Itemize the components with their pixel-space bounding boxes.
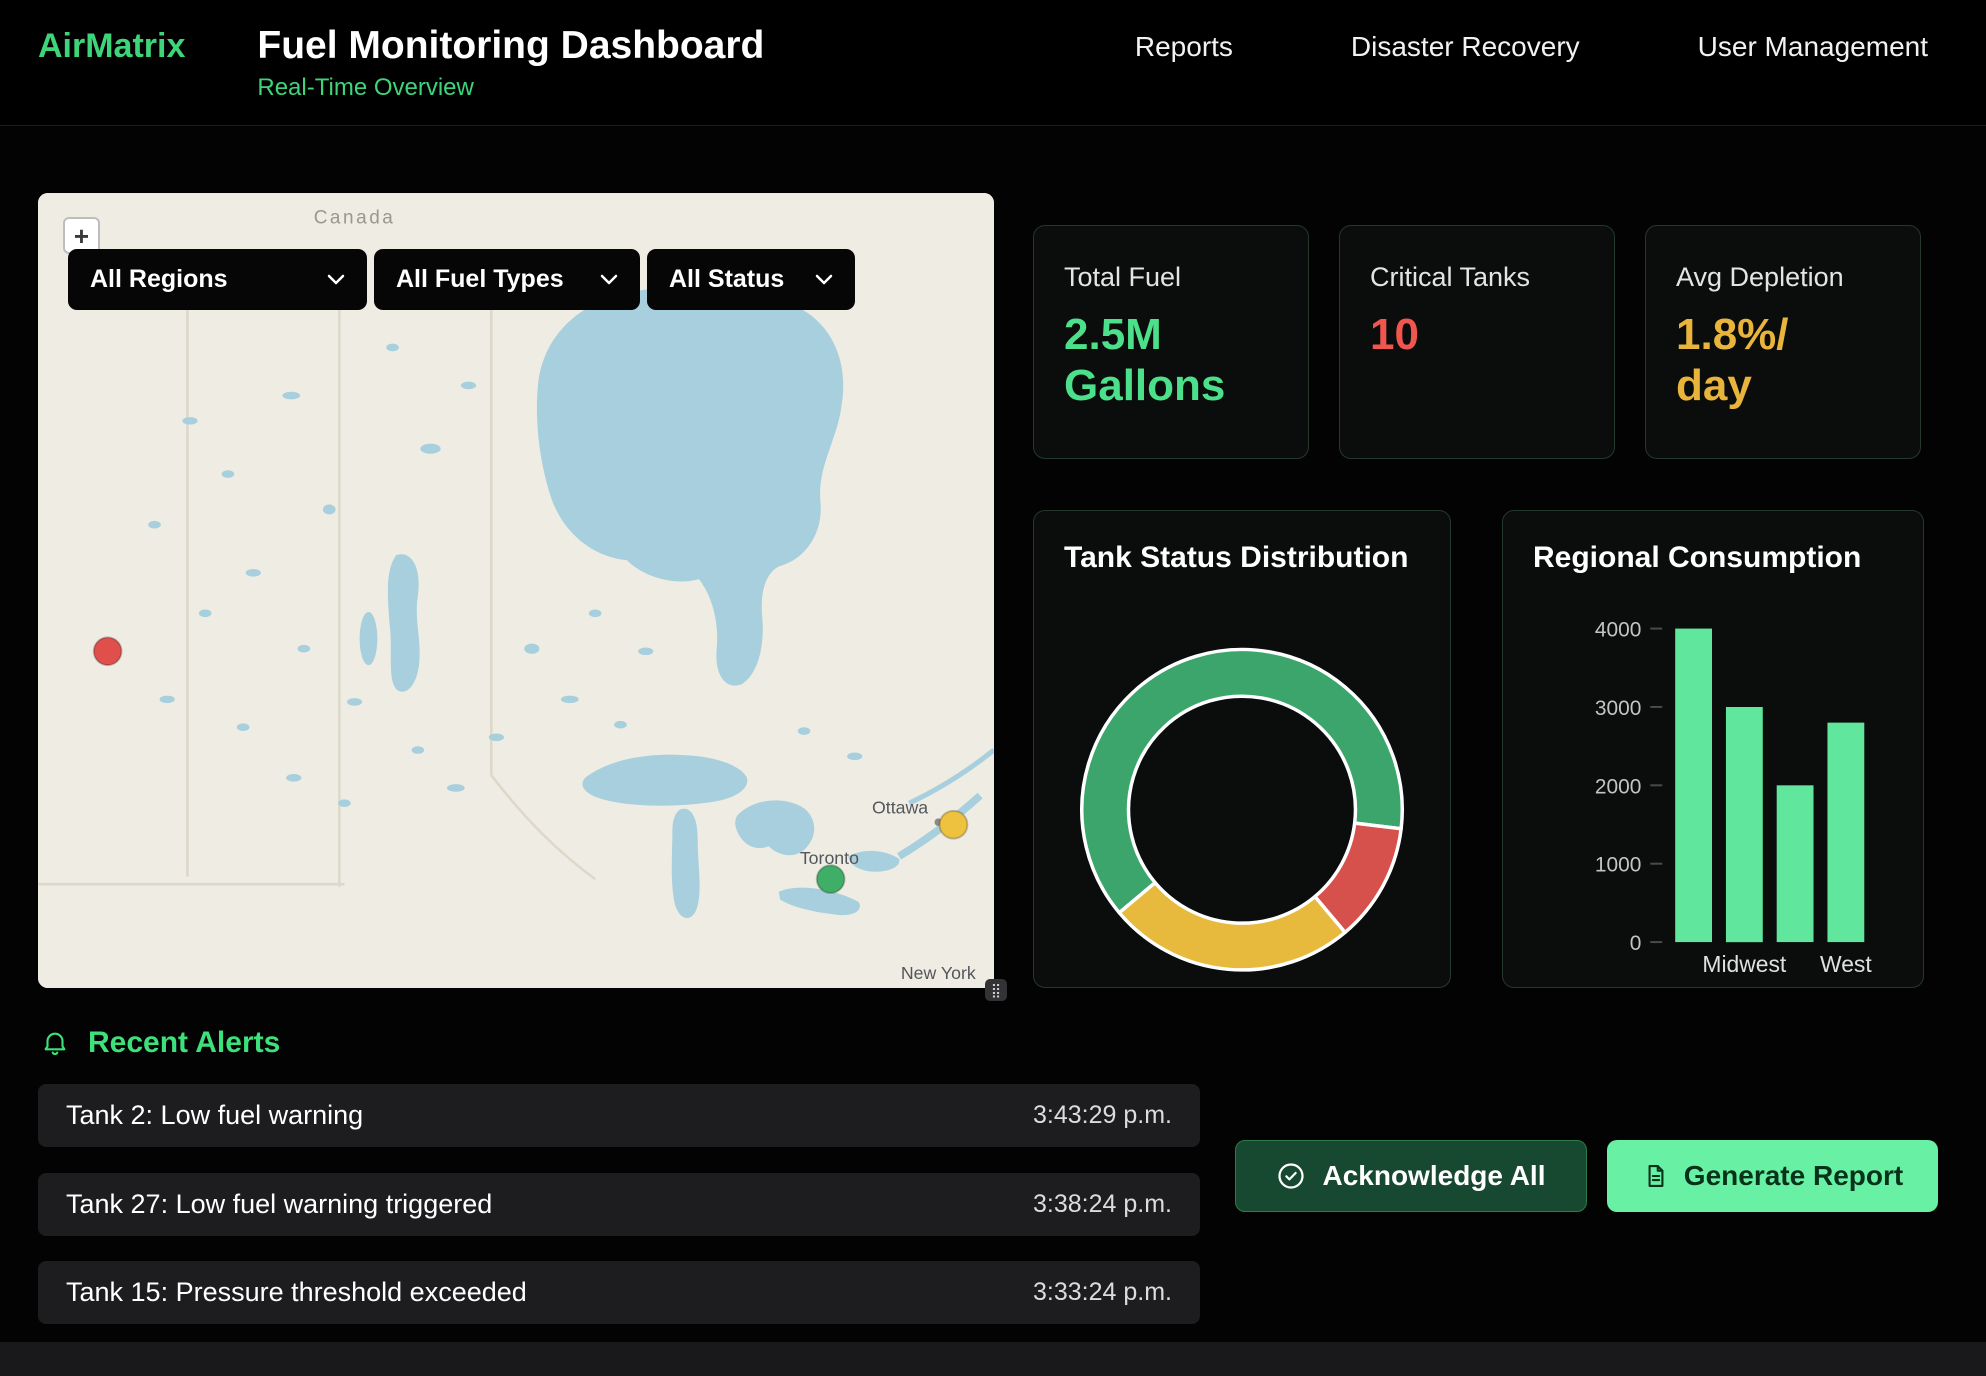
chevron-down-icon	[815, 274, 833, 285]
document-icon	[1642, 1162, 1670, 1190]
consumption-bar-1	[1726, 707, 1763, 942]
stat-label-total-fuel: Total Fuel	[1064, 262, 1278, 293]
alert-message: Tank 27: Low fuel warning triggered	[66, 1189, 492, 1220]
regional-consumption-bar-chart: 0 1000 2000 3000 4000 Midwest West	[1503, 511, 1923, 987]
page-title: Fuel Monitoring Dashboard	[257, 24, 764, 68]
stat-value-avg-depletion: 1.8%/ day	[1676, 309, 1861, 411]
y-tick-label: 3000	[1595, 697, 1641, 720]
footer-strip	[0, 1342, 1986, 1376]
filter-status-dropdown[interactable]: All Status	[647, 249, 855, 310]
chevron-down-icon	[600, 274, 618, 285]
filter-regions-dropdown[interactable]: All Regions	[68, 249, 367, 310]
stat-label-critical-tanks: Critical Tanks	[1370, 262, 1584, 293]
alert-row-1[interactable]: Tank 2: Low fuel warning 3:43:29 p.m.	[38, 1084, 1200, 1147]
map-resize-handle[interactable]: ⣿	[985, 979, 1007, 1001]
donut-segment-warning	[1119, 883, 1345, 970]
x-axis-label: Midwest	[1702, 951, 1787, 977]
app-logo[interactable]: AirMatrix	[38, 24, 185, 68]
chevron-down-icon	[327, 274, 345, 285]
header: AirMatrix Fuel Monitoring Dashboard Real…	[0, 0, 1986, 126]
generate-report-button[interactable]: Generate Report	[1607, 1140, 1938, 1212]
y-tick-label: 2000	[1595, 775, 1641, 798]
filter-fuel-types-label: All Fuel Types	[396, 265, 564, 294]
filter-fuel-types-dropdown[interactable]: All Fuel Types	[374, 249, 640, 310]
acknowledge-all-label: Acknowledge All	[1322, 1160, 1545, 1192]
title-block: Fuel Monitoring Dashboard Real-Time Over…	[257, 24, 764, 102]
tank-status-donut-chart	[1034, 511, 1450, 987]
nav-reports[interactable]: Reports	[1135, 30, 1233, 64]
consumption-bar-3	[1827, 723, 1864, 942]
check-circle-icon	[1276, 1161, 1306, 1191]
y-tick-label: 0	[1630, 932, 1642, 955]
regional-consumption-card: Regional Consumption 0 1000 2000 3000 4000 Mi…	[1502, 510, 1924, 988]
bell-icon	[40, 1028, 70, 1058]
alert-message: Tank 15: Pressure threshold exceeded	[66, 1277, 527, 1308]
map-label-ottawa: Ottawa	[872, 797, 928, 817]
stat-value-critical-tanks: 10	[1370, 309, 1555, 360]
map-panel: Canada Ottawa Toronto New York + All Reg…	[38, 193, 994, 988]
tank-status-card: Tank Status Distribution	[1033, 510, 1451, 988]
acknowledge-all-button[interactable]: Acknowledge All	[1235, 1140, 1587, 1212]
map-marker-normal[interactable]	[817, 865, 845, 893]
fuel-monitoring-dashboard: AirMatrix Fuel Monitoring Dashboard Real…	[0, 0, 1986, 1376]
stat-label-avg-depletion: Avg Depletion	[1676, 262, 1890, 293]
alert-time: 3:43:29 p.m.	[1033, 1101, 1172, 1130]
alert-time: 3:33:24 p.m.	[1033, 1278, 1172, 1307]
nav-disaster-recovery[interactable]: Disaster Recovery	[1351, 30, 1580, 64]
stat-card-total-fuel: Total Fuel 2.5M Gallons	[1033, 225, 1309, 459]
alert-message: Tank 2: Low fuel warning	[66, 1100, 363, 1131]
alert-row-3[interactable]: Tank 15: Pressure threshold exceeded 3:3…	[38, 1261, 1200, 1324]
consumption-bar-2	[1777, 785, 1814, 942]
map-label-canada: Canada	[314, 207, 396, 228]
alert-row-2[interactable]: Tank 27: Low fuel warning triggered 3:38…	[38, 1173, 1200, 1236]
recent-alerts-label: Recent Alerts	[88, 1026, 280, 1060]
tank-status-title: Tank Status Distribution	[1064, 541, 1408, 575]
map-filters: All Regions All Fuel Types All Status	[68, 249, 855, 310]
map-marker-critical[interactable]	[94, 637, 122, 665]
filter-status-label: All Status	[669, 265, 784, 294]
y-tick-label: 1000	[1595, 854, 1641, 877]
regional-consumption-title: Regional Consumption	[1533, 541, 1861, 575]
x-axis-label: West	[1820, 951, 1872, 977]
recent-alerts-heading: Recent Alerts	[40, 1026, 280, 1060]
consumption-bar-0	[1675, 629, 1712, 943]
generate-report-label: Generate Report	[1684, 1160, 1903, 1192]
main-nav: Reports Disaster Recovery User Managemen…	[1135, 24, 1928, 64]
stat-value-total-fuel: 2.5M Gallons	[1064, 309, 1249, 411]
page-subtitle: Real-Time Overview	[257, 74, 764, 102]
alert-time: 3:38:24 p.m.	[1033, 1190, 1172, 1219]
stat-card-critical-tanks: Critical Tanks 10	[1339, 225, 1615, 459]
map[interactable]: Canada Ottawa Toronto New York	[38, 193, 994, 988]
map-land	[38, 193, 994, 988]
filter-regions-label: All Regions	[90, 265, 228, 294]
map-label-new-york: New York	[901, 963, 976, 983]
y-tick-label: 4000	[1595, 619, 1641, 642]
nav-user-management[interactable]: User Management	[1698, 30, 1928, 64]
map-marker-warning[interactable]	[940, 811, 968, 839]
stat-card-avg-depletion: Avg Depletion 1.8%/ day	[1645, 225, 1921, 459]
